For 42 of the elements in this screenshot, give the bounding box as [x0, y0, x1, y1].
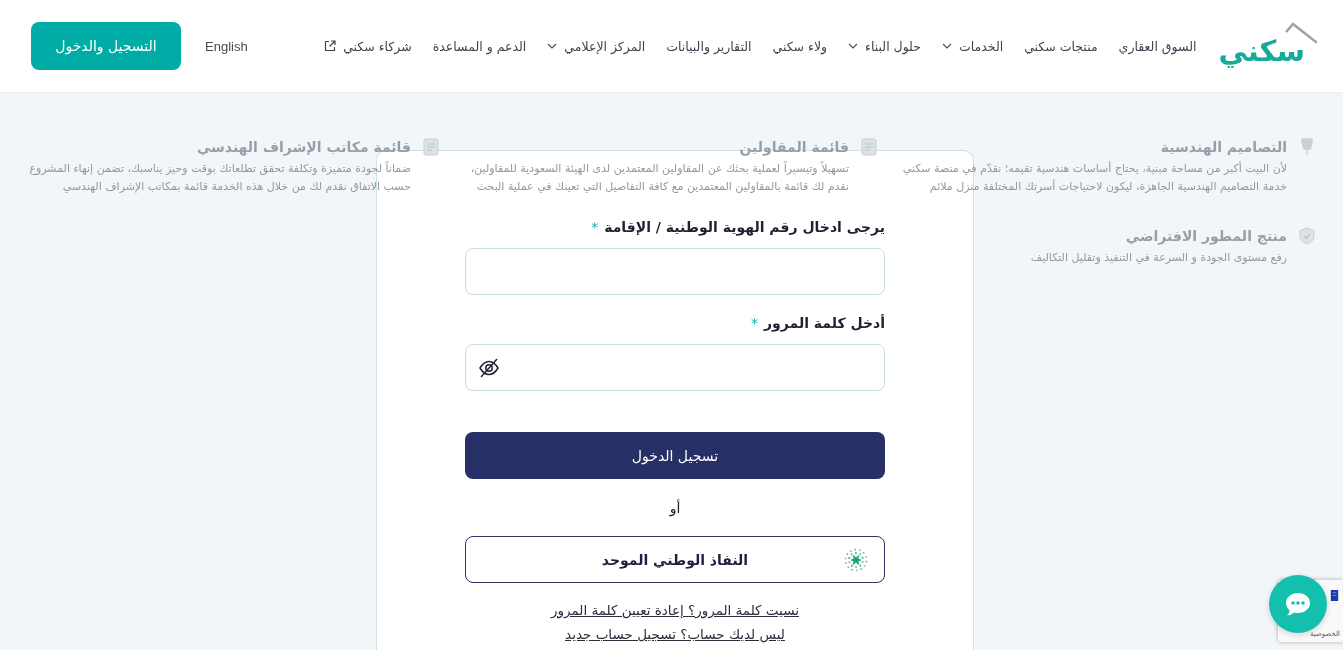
document-icon [861, 138, 877, 156]
logo-icon [1329, 588, 1340, 603]
feature-title: قائمة المقاولين [738, 138, 849, 157]
form-link[interactable]: نسيت كلمة المرور؟ إعادة تعيين كلمة المرور [551, 598, 799, 622]
login-button[interactable]: تسجيل الدخول [465, 432, 885, 479]
feature-description: رفع مستوى الجودة و السرعة في التنفيذ وتقليل التكاليف [1029, 250, 1287, 266]
nav-link[interactable]: المركز الإعلامي [547, 38, 646, 54]
feature-description: لأن البيت أكبر من مساحة مبنية، يحتاج أساسات هندسية تقيمه؛ نقدّم في منصة سكني خدمة التصاميم الهندسية الجاهزة، ليكون لاحتياجات أسرتك المختلفة منزل ملائم [901, 160, 1287, 195]
field-label: يرجى ادخال رقم الهوية الوطنية / الإقامة [604, 218, 885, 237]
feature-description: تسهيلاً وتيسيراً لعملية بحثك عن المقاولين المعتمدين لدى الهيئة السعودية للمقاولين، نقدم لك قائمة بالمقاولين المعتمدين مع كافة التفاصيل التي تعينك في عملية البحث [469, 160, 849, 195]
nafath-login-button[interactable]: النفاذ الوطني الموحد [465, 536, 885, 583]
feature-description: ضماناً لجودة متميزة وتكلفة تحقق تطلعاتك بوقت وحيز يناسبك، تضمن إنهاء المشروع حسب الاتفاق نقدم لك من خلال هذه الخدمة قائمة بمكاتب الإشراف الهندسي [28, 160, 411, 195]
external-link-icon [324, 40, 337, 52]
field-label: أدخل كلمة المرور [764, 313, 885, 333]
password-field[interactable] [465, 344, 885, 391]
language-link[interactable]: English [205, 38, 248, 54]
chat-button[interactable] [1269, 575, 1327, 633]
required-mark: * [591, 218, 599, 237]
feature-title: منتج المطور الافتراضي [1124, 227, 1287, 246]
chat-bubble-icon [1284, 591, 1312, 617]
nav-link[interactable]: الدعم و المساعدة [432, 38, 527, 54]
id-number-field[interactable] [465, 248, 885, 295]
eye-off-icon[interactable] [478, 356, 500, 379]
chevron-down-icon [942, 43, 952, 49]
separator-text: أو [668, 498, 682, 518]
nav-link[interactable]: السوق العقاري [1118, 38, 1197, 54]
nav-link[interactable]: حلول البناء [848, 38, 921, 54]
document-icon [423, 138, 439, 156]
feature-title: التصاميم الهندسية [1159, 138, 1287, 157]
chevron-down-icon [547, 43, 558, 49]
shield-icon [1299, 227, 1315, 245]
nav-link[interactable]: التقارير والبيانات [666, 38, 752, 54]
chevron-down-icon [848, 43, 859, 49]
nav-link[interactable]: الخدمات [942, 38, 1004, 54]
feature-title: قائمة مكاتب الإشراف الهندسي [195, 138, 411, 157]
required-mark: * [751, 314, 759, 333]
nav-link[interactable]: ولاء سكني [772, 38, 828, 54]
form-link[interactable]: ليس لديك حساب؟ تسجيل حساب جديد [565, 622, 785, 646]
pen-nib-icon [1299, 138, 1315, 156]
dotted-circle-icon [844, 547, 868, 572]
nav-link[interactable]: شركاء سكني [324, 38, 412, 54]
nav-link[interactable]: منتجات سكني [1024, 38, 1098, 54]
